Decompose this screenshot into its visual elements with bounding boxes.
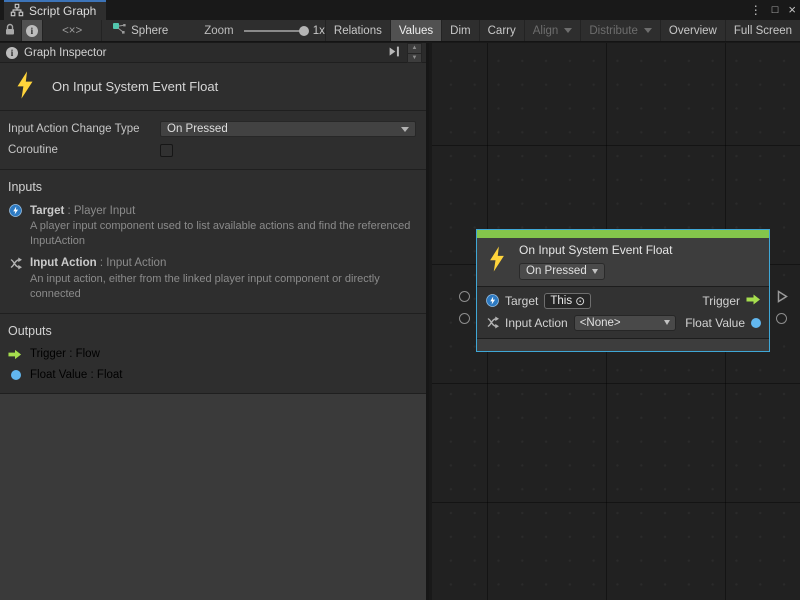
graph-name-label: Sphere (131, 25, 168, 37)
input-action-icon (8, 257, 22, 270)
relations-button[interactable]: Relations (325, 20, 390, 41)
inspected-node-header: On Input System Event Float (0, 63, 426, 111)
input-action-none-dropdown[interactable]: <None> (574, 315, 676, 331)
chevron-down-icon (564, 28, 572, 33)
input-doc-input-action: Input Action : Input Action An input act… (8, 257, 418, 302)
node-title: On Input System Event Float (519, 243, 672, 257)
player-input-icon (485, 294, 499, 307)
output-port-trigger[interactable] (777, 290, 788, 301)
info-icon: i (26, 25, 38, 37)
node-row-inputaction-floatvalue: Input Action <None> Float Value (485, 312, 761, 334)
window-controls: ⋮ □ × (750, 0, 796, 20)
graph-toolbar: i <×> Sphere Zoom 1x Relations Values D (0, 20, 800, 42)
target-port-label: Target (505, 294, 538, 308)
float-value-dot-icon (751, 318, 761, 328)
graph-canvas[interactable]: On Input System Event Float On Pressed (432, 43, 800, 600)
inspector-empty-area (0, 394, 426, 600)
output-port-float-value[interactable] (776, 313, 787, 324)
tab-bar: Script Graph ⋮ □ × (0, 0, 800, 20)
scroll-down-button[interactable]: ▼ (408, 53, 421, 62)
inspector-header: i Graph Inspector ▲ ▼ (0, 43, 426, 63)
lock-button[interactable] (0, 20, 22, 41)
float-value-dot-icon (8, 370, 22, 380)
close-icon[interactable]: × (788, 0, 796, 20)
lock-icon (4, 23, 16, 39)
kebab-menu-icon[interactable]: ⋮ (750, 0, 762, 20)
chevron-down-icon (664, 320, 670, 325)
output-doc-float-value: Float Value : Float (8, 369, 418, 381)
carry-button[interactable]: Carry (479, 20, 524, 41)
maximize-icon[interactable]: □ (772, 0, 779, 20)
flow-arrow-icon (746, 294, 761, 308)
node-change-type-dropdown[interactable]: On Pressed (519, 263, 605, 280)
object-picker-icon[interactable]: ⊙ (575, 295, 585, 307)
graph-asset-icon (112, 22, 126, 39)
input-port-target[interactable] (459, 291, 470, 302)
inspector-toggle-button[interactable]: i (22, 20, 44, 41)
trigger-port-label: Trigger (702, 294, 740, 308)
overview-button[interactable]: Overview (660, 20, 725, 41)
zoom-label: Zoom (204, 25, 233, 37)
values-button[interactable]: Values (390, 20, 441, 41)
float-value-port-label: Float Value (685, 316, 745, 330)
distribute-dropdown-button[interactable]: Distribute (580, 20, 660, 41)
target-this-chip[interactable]: This ⊙ (544, 293, 591, 309)
scroll-up-button[interactable]: ▲ (408, 44, 421, 53)
input-action-port-label: Input Action (505, 316, 568, 330)
chevron-down-icon (644, 28, 652, 33)
dock-panel-icon[interactable] (388, 45, 401, 61)
player-input-icon (8, 204, 22, 217)
chevron-down-icon (592, 269, 598, 274)
dim-button[interactable]: Dim (441, 20, 478, 41)
inspector-fields: Input Action Change Type On Pressed Coro… (0, 111, 426, 170)
zoom-slider-handle[interactable] (299, 26, 309, 36)
outputs-heading: Outputs (8, 324, 418, 338)
node-footer (477, 339, 769, 351)
node-body: Target This ⊙ Trigger (477, 286, 769, 339)
inputs-section: Inputs Target : Player Input A player in… (0, 170, 426, 314)
scroll-up-icon: ▲ (412, 45, 418, 51)
input-doc-description: A player input component used to list av… (30, 219, 418, 249)
inspected-node-title: On Input System Event Float (52, 79, 218, 94)
toolbar-right-group: Relations Values Dim Carry Align Distrib… (325, 20, 800, 41)
node-event-accent-bar (477, 230, 769, 238)
script-graph-window: Script Graph ⋮ □ × i <×> (0, 0, 800, 600)
change-type-dropdown[interactable]: On Pressed (160, 121, 416, 137)
node-on-input-system-event-float[interactable]: On Input System Event Float On Pressed (476, 229, 770, 352)
output-doc-trigger: Trigger : Flow (8, 348, 418, 360)
zoom-value: 1x (313, 25, 325, 37)
input-port-input-action[interactable] (459, 313, 470, 324)
tab-title: Script Graph (29, 4, 96, 18)
lightning-bolt-icon (14, 70, 36, 103)
graph-reference[interactable]: Sphere (102, 20, 178, 41)
inspector-title: Graph Inspector (24, 47, 106, 59)
code-icon: <×> (62, 25, 82, 37)
graph-inspector-panel: i Graph Inspector ▲ ▼ On Input System Ev… (0, 43, 429, 600)
code-preview-button[interactable]: <×> (43, 20, 102, 41)
flow-arrow-icon (8, 349, 22, 360)
info-icon: i (6, 47, 18, 59)
scroll-down-icon: ▼ (412, 55, 418, 61)
full-screen-button[interactable]: Full Screen (725, 20, 800, 41)
node-row-target-trigger: Target This ⊙ Trigger (485, 290, 761, 312)
input-action-icon (485, 316, 499, 329)
script-graph-icon (10, 3, 24, 20)
chevron-down-icon (401, 127, 409, 132)
inputs-heading: Inputs (8, 180, 418, 194)
zoom-slider[interactable] (244, 30, 305, 32)
change-type-label: Input Action Change Type (8, 123, 160, 135)
input-doc-description: An input action, either from the linked … (30, 272, 418, 302)
coroutine-checkbox[interactable] (160, 144, 173, 157)
node-header: On Input System Event Float On Pressed (477, 238, 769, 286)
input-doc-target: Target : Player Input A player input com… (8, 204, 418, 249)
tab-script-graph[interactable]: Script Graph (4, 0, 106, 20)
align-dropdown-button[interactable]: Align (524, 20, 581, 41)
lightning-bolt-icon (487, 245, 507, 278)
outputs-section: Outputs Trigger : Flow Float Value : Flo… (0, 314, 426, 394)
coroutine-label: Coroutine (8, 144, 160, 156)
inspector-scrollbar: ▲ ▼ (407, 43, 422, 63)
